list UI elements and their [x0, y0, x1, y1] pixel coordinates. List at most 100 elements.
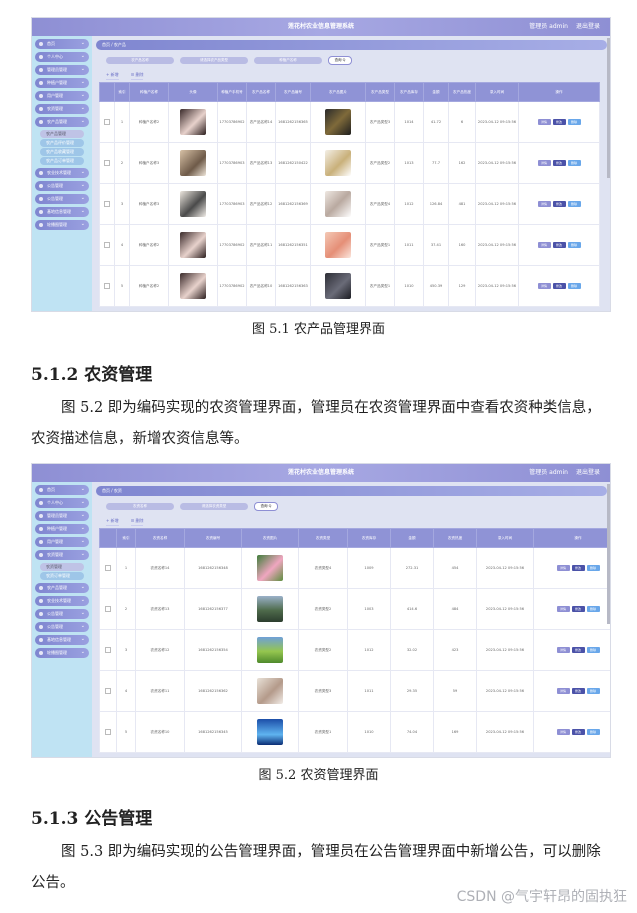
- sidebar-item[interactable]: 农资管理: [35, 103, 89, 114]
- search-select-type[interactable]: 请选择农产品类型: [180, 56, 248, 64]
- detail-button[interactable]: 详情: [537, 201, 551, 207]
- detail-button[interactable]: 详情: [556, 729, 570, 735]
- sidebar-item[interactable]: 首页: [35, 484, 89, 495]
- row-checkbox[interactable]: [104, 118, 110, 125]
- table-cell: 1014: [394, 101, 424, 143]
- action-bar: + 新增 ☰ 删除: [96, 516, 607, 528]
- detail-button[interactable]: 详情: [556, 606, 570, 612]
- table-cell: 17703786902: [217, 265, 247, 307]
- detail-button[interactable]: 详情: [537, 242, 551, 248]
- sidebar-item[interactable]: 农资管理: [35, 549, 89, 560]
- edit-button[interactable]: 修改: [571, 688, 585, 694]
- sidebar-item[interactable]: 公告管理: [35, 193, 89, 204]
- sidebar-item[interactable]: 基地信息管理: [35, 206, 89, 217]
- table-cell: 5: [114, 265, 130, 307]
- sidebar-item[interactable]: 公告管理: [35, 180, 89, 191]
- logout-link[interactable]: 退出登录: [576, 469, 600, 476]
- sidebar-item[interactable]: 农产品管理: [35, 116, 89, 127]
- search-button[interactable]: 查询 Q: [328, 55, 352, 65]
- sidebar-item[interactable]: 公告管理: [35, 608, 89, 619]
- thumbnail-image: [180, 109, 206, 135]
- sidebar-item[interactable]: 农资订单管理: [40, 572, 84, 580]
- edit-button[interactable]: 修改: [571, 606, 585, 612]
- table-cell: 农产品名称13: [246, 142, 276, 184]
- sidebar-item[interactable]: 用户管理: [35, 90, 89, 101]
- scrollbar[interactable]: [607, 38, 610, 178]
- sidebar-item[interactable]: 农产品评价管理: [40, 139, 84, 147]
- edit-button[interactable]: 修改: [571, 729, 585, 735]
- delete-row-button[interactable]: 删除: [567, 242, 581, 248]
- edit-button[interactable]: 修改: [552, 242, 566, 248]
- delete-row-button[interactable]: 删除: [567, 201, 581, 207]
- detail-button[interactable]: 详情: [556, 688, 570, 694]
- sidebar-item[interactable]: 农产品收藏管理: [40, 148, 84, 156]
- search-input-grower[interactable]: 种植户名称: [254, 56, 322, 64]
- delete-row-button[interactable]: 删除: [586, 565, 600, 571]
- sidebar-item[interactable]: 用户管理: [35, 536, 89, 547]
- edit-button[interactable]: 修改: [552, 283, 566, 289]
- delete-row-button[interactable]: 删除: [586, 647, 600, 653]
- delete-button[interactable]: ☰ 删除: [130, 518, 144, 526]
- delete-row-button[interactable]: 删除: [567, 160, 581, 166]
- add-button[interactable]: + 新增: [106, 72, 119, 80]
- sidebar-item[interactable]: 轮播图管理: [35, 219, 89, 230]
- sidebar-item[interactable]: 首页: [35, 38, 89, 49]
- admin-user-label[interactable]: 管理员 admin: [529, 469, 568, 476]
- sidebar-item[interactable]: 种植户管理: [35, 77, 89, 88]
- sidebar-item[interactable]: 个人中心: [35, 497, 89, 508]
- detail-button[interactable]: 详情: [556, 647, 570, 653]
- detail-button[interactable]: 详情: [537, 283, 551, 289]
- row-checkbox[interactable]: [105, 728, 111, 735]
- delete-row-button[interactable]: 删除: [567, 119, 581, 125]
- row-checkbox[interactable]: [105, 605, 111, 612]
- search-input-name[interactable]: 农资名称: [106, 502, 174, 510]
- row-checkbox[interactable]: [104, 282, 110, 289]
- table-cell: 种植户名称3: [129, 183, 169, 225]
- search-input-name[interactable]: 农产品名称: [106, 56, 174, 64]
- detail-button[interactable]: 详情: [537, 160, 551, 166]
- column-header: 农产品名称: [246, 82, 276, 102]
- sidebar-item[interactable]: 农产品管理: [35, 582, 89, 593]
- sidebar-item[interactable]: 种植户管理: [35, 523, 89, 534]
- sidebar-item[interactable]: 轮播图管理: [35, 647, 89, 658]
- row-checkbox[interactable]: [104, 200, 110, 207]
- sidebar-item[interactable]: 个人中心: [35, 51, 89, 62]
- delete-button[interactable]: ☰ 删除: [130, 72, 144, 80]
- row-checkbox[interactable]: [105, 564, 111, 571]
- sidebar-item[interactable]: 农产品管理: [40, 130, 84, 138]
- edit-button[interactable]: 修改: [571, 647, 585, 653]
- row-checkbox[interactable]: [105, 646, 111, 653]
- table-cell: 1: [116, 547, 136, 589]
- delete-row-button[interactable]: 删除: [586, 606, 600, 612]
- sidebar-item[interactable]: 农资管理: [40, 563, 84, 571]
- edit-button[interactable]: 修改: [571, 565, 585, 571]
- detail-button[interactable]: 详情: [556, 565, 570, 571]
- edit-button[interactable]: 修改: [552, 119, 566, 125]
- table-cell: 1009: [347, 547, 391, 589]
- admin-user-label[interactable]: 管理员 admin: [529, 23, 568, 30]
- row-checkbox[interactable]: [104, 241, 110, 248]
- sidebar-item[interactable]: 农业技术管理: [35, 167, 89, 178]
- edit-button[interactable]: 修改: [552, 201, 566, 207]
- sidebar-item[interactable]: 基地信息管理: [35, 634, 89, 645]
- sidebar-item[interactable]: 管理员管理: [35, 64, 89, 75]
- scrollbar[interactable]: [607, 484, 610, 624]
- row-checkbox[interactable]: [104, 159, 110, 166]
- table-cell: 17703786903: [217, 142, 247, 184]
- delete-row-button[interactable]: 删除: [586, 729, 600, 735]
- search-button[interactable]: 查询 Q: [254, 501, 278, 511]
- delete-row-button[interactable]: 删除: [586, 688, 600, 694]
- sidebar-item[interactable]: 农业技术管理: [35, 595, 89, 606]
- search-select-type[interactable]: 请选择农资类型: [180, 502, 248, 510]
- detail-button[interactable]: 详情: [537, 119, 551, 125]
- sidebar-item[interactable]: 农产品订单管理: [40, 157, 84, 165]
- table-cell: 126.84: [423, 183, 449, 225]
- row-checkbox[interactable]: [105, 687, 111, 694]
- logout-link[interactable]: 退出登录: [576, 23, 600, 30]
- table-cell: 农产品名称14: [246, 101, 276, 143]
- sidebar-item[interactable]: 公告管理: [35, 621, 89, 632]
- sidebar-item[interactable]: 管理员管理: [35, 510, 89, 521]
- delete-row-button[interactable]: 删除: [567, 283, 581, 289]
- edit-button[interactable]: 修改: [552, 160, 566, 166]
- add-button[interactable]: + 新增: [106, 518, 119, 526]
